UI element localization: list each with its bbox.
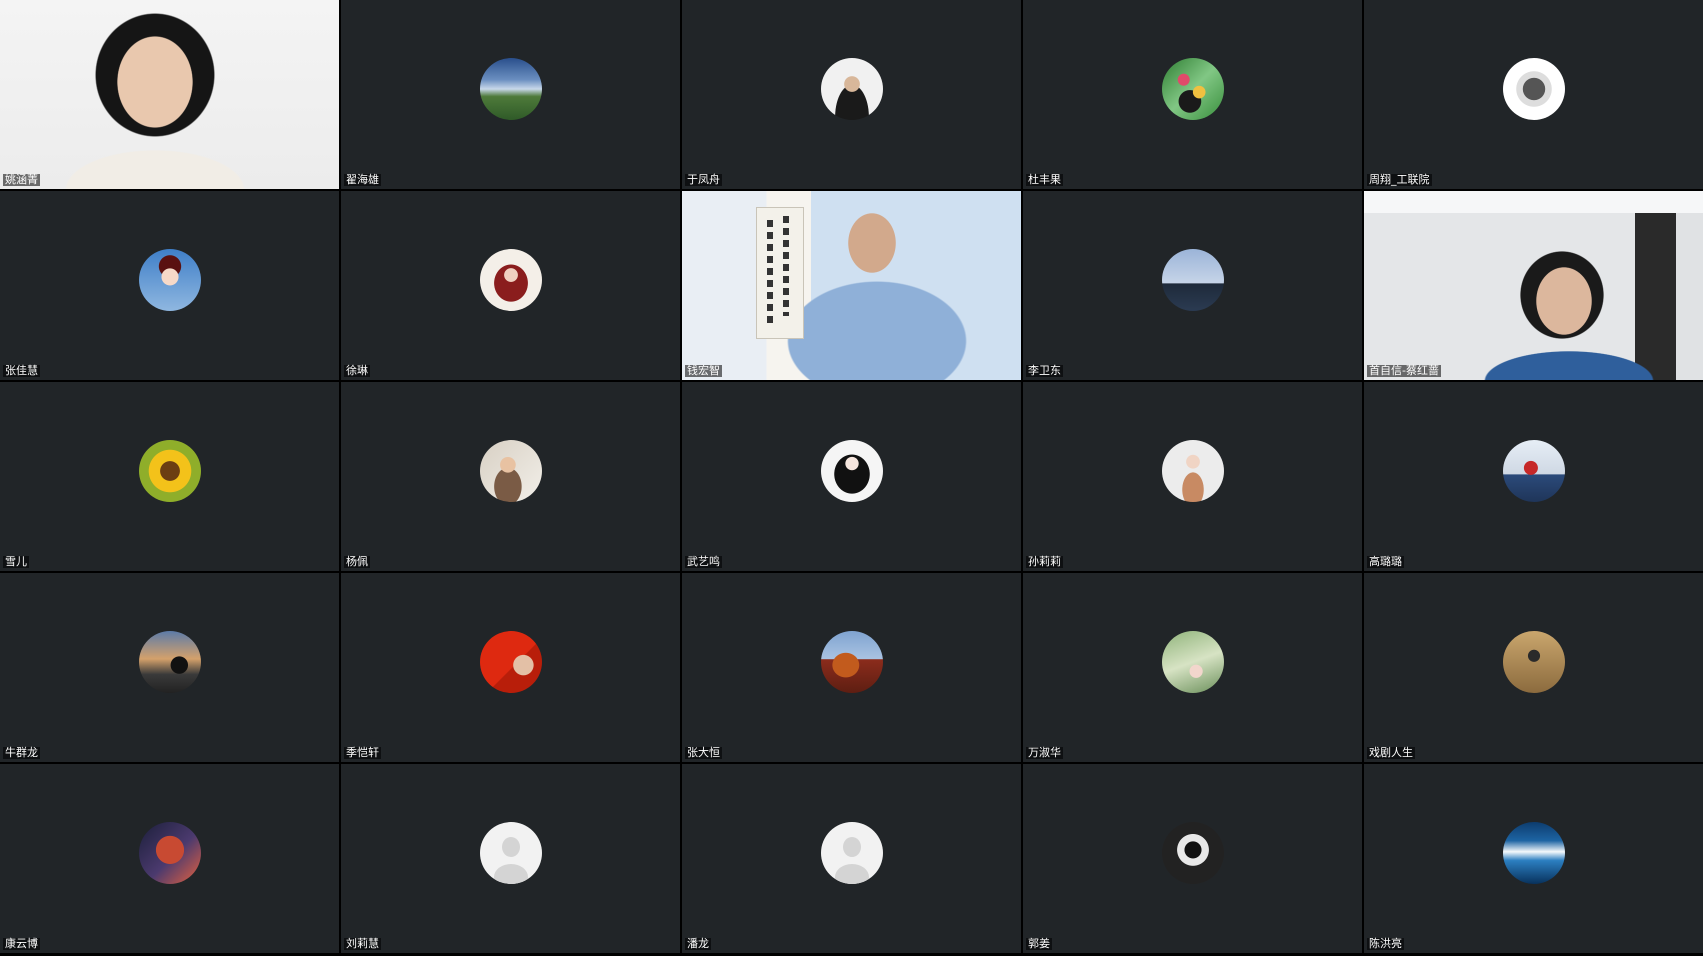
participant-tile[interactable]: 杨佩 (341, 382, 680, 571)
participant-tile[interactable]: 武艺鸣 (682, 382, 1021, 571)
participant-avatar (479, 248, 542, 311)
participant-avatar (820, 630, 883, 693)
participant-tile[interactable]: 张佳慧 (0, 191, 339, 380)
participant-tile[interactable]: 首自信-蔡红蔷 (1364, 191, 1703, 380)
participant-name-label: 潘龙 (685, 937, 711, 950)
participant-tile[interactable]: 钱宏智 (682, 191, 1021, 380)
participant-tile[interactable]: 周翔_工联院 (1364, 0, 1703, 189)
participant-name-label: 张大恒 (685, 746, 722, 759)
participant-avatar (820, 821, 883, 884)
participant-name-label: 季恺轩 (344, 746, 381, 759)
participant-name-label: 康云博 (3, 937, 40, 950)
participant-tile[interactable]: 刘莉慧 (341, 764, 680, 953)
participant-avatar (1161, 630, 1224, 693)
participant-tile[interactable]: 翟海雄 (341, 0, 680, 189)
participant-tile[interactable]: 雪儿 (0, 382, 339, 571)
participant-name-label: 姚涵菁 (3, 173, 40, 186)
participant-avatar (820, 439, 883, 502)
participant-name-label: 钱宏智 (685, 364, 722, 377)
participant-name-label: 杜丰果 (1026, 173, 1063, 186)
participant-name-label: 首自信-蔡红蔷 (1367, 364, 1441, 377)
participant-tile[interactable]: 戏剧人生 (1364, 573, 1703, 762)
participant-name-label: 雪儿 (3, 555, 29, 568)
participant-tile[interactable]: 徐琳 (341, 191, 680, 380)
participant-avatar (479, 630, 542, 693)
participant-tile[interactable]: 牛群龙 (0, 573, 339, 762)
participant-video (682, 191, 1021, 380)
participant-name-label: 牛群龙 (3, 746, 40, 759)
calligraphy-scroll (756, 207, 804, 339)
participant-name-label: 于凤舟 (685, 173, 722, 186)
participant-name-label: 刘莉慧 (344, 937, 381, 950)
participant-tile[interactable]: 陈洪亮 (1364, 764, 1703, 953)
participant-tile[interactable]: 万淑华 (1023, 573, 1362, 762)
participant-avatar (1502, 630, 1565, 693)
participant-name-label: 李卫东 (1026, 364, 1063, 377)
participant-tile[interactable]: 高璐璐 (1364, 382, 1703, 571)
participant-tile[interactable]: 张大恒 (682, 573, 1021, 762)
participant-tile[interactable]: 姚涵菁 (0, 0, 339, 189)
participant-video (1364, 191, 1703, 380)
participant-avatar (479, 821, 542, 884)
participant-tile[interactable]: 康云博 (0, 764, 339, 953)
participant-tile[interactable]: 孙莉莉 (1023, 382, 1362, 571)
participant-avatar (1502, 57, 1565, 120)
participant-avatar (820, 57, 883, 120)
participant-name-label: 孙莉莉 (1026, 555, 1063, 568)
participant-video (0, 0, 339, 189)
participant-avatar (1161, 248, 1224, 311)
participant-tile[interactable]: 杜丰果 (1023, 0, 1362, 189)
participant-avatar (1161, 821, 1224, 884)
participant-avatar (138, 248, 201, 311)
participant-avatar (1161, 57, 1224, 120)
participant-grid: 姚涵菁 翟海雄 于凤舟 杜丰果 周翔_工联院张佳慧 徐琳 钱宏智 李卫东 首自信-蔡红蔷雪儿 杨佩… (0, 0, 1703, 956)
participant-name-label: 翟海雄 (344, 173, 381, 186)
participant-name-label: 周翔_工联院 (1367, 173, 1432, 186)
participant-avatar (1502, 821, 1565, 884)
participant-avatar (1502, 439, 1565, 502)
participant-name-label: 万淑华 (1026, 746, 1063, 759)
participant-avatar (138, 439, 201, 502)
participant-name-label: 戏剧人生 (1367, 746, 1415, 759)
participant-name-label: 杨佩 (344, 555, 370, 568)
participant-avatar (138, 821, 201, 884)
participant-tile[interactable]: 于凤舟 (682, 0, 1021, 189)
participant-name-label: 郭姜 (1026, 937, 1052, 950)
participant-avatar (479, 439, 542, 502)
participant-tile[interactable]: 李卫东 (1023, 191, 1362, 380)
participant-tile[interactable]: 潘龙 (682, 764, 1021, 953)
participant-name-label: 徐琳 (344, 364, 370, 377)
participant-avatar (138, 630, 201, 693)
participant-name-label: 陈洪亮 (1367, 937, 1404, 950)
participant-avatar (479, 57, 542, 120)
participant-tile[interactable]: 季恺轩 (341, 573, 680, 762)
participant-name-label: 高璐璐 (1367, 555, 1404, 568)
participant-name-label: 武艺鸣 (685, 555, 722, 568)
participant-avatar (1161, 439, 1224, 502)
participant-name-label: 张佳慧 (3, 364, 40, 377)
participant-tile[interactable]: 郭姜 (1023, 764, 1362, 953)
